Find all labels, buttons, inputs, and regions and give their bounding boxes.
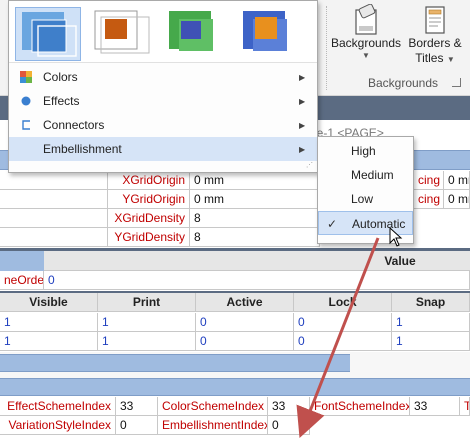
annotation-arrow <box>296 237 380 438</box>
mouse-cursor-icon <box>389 227 403 247</box>
